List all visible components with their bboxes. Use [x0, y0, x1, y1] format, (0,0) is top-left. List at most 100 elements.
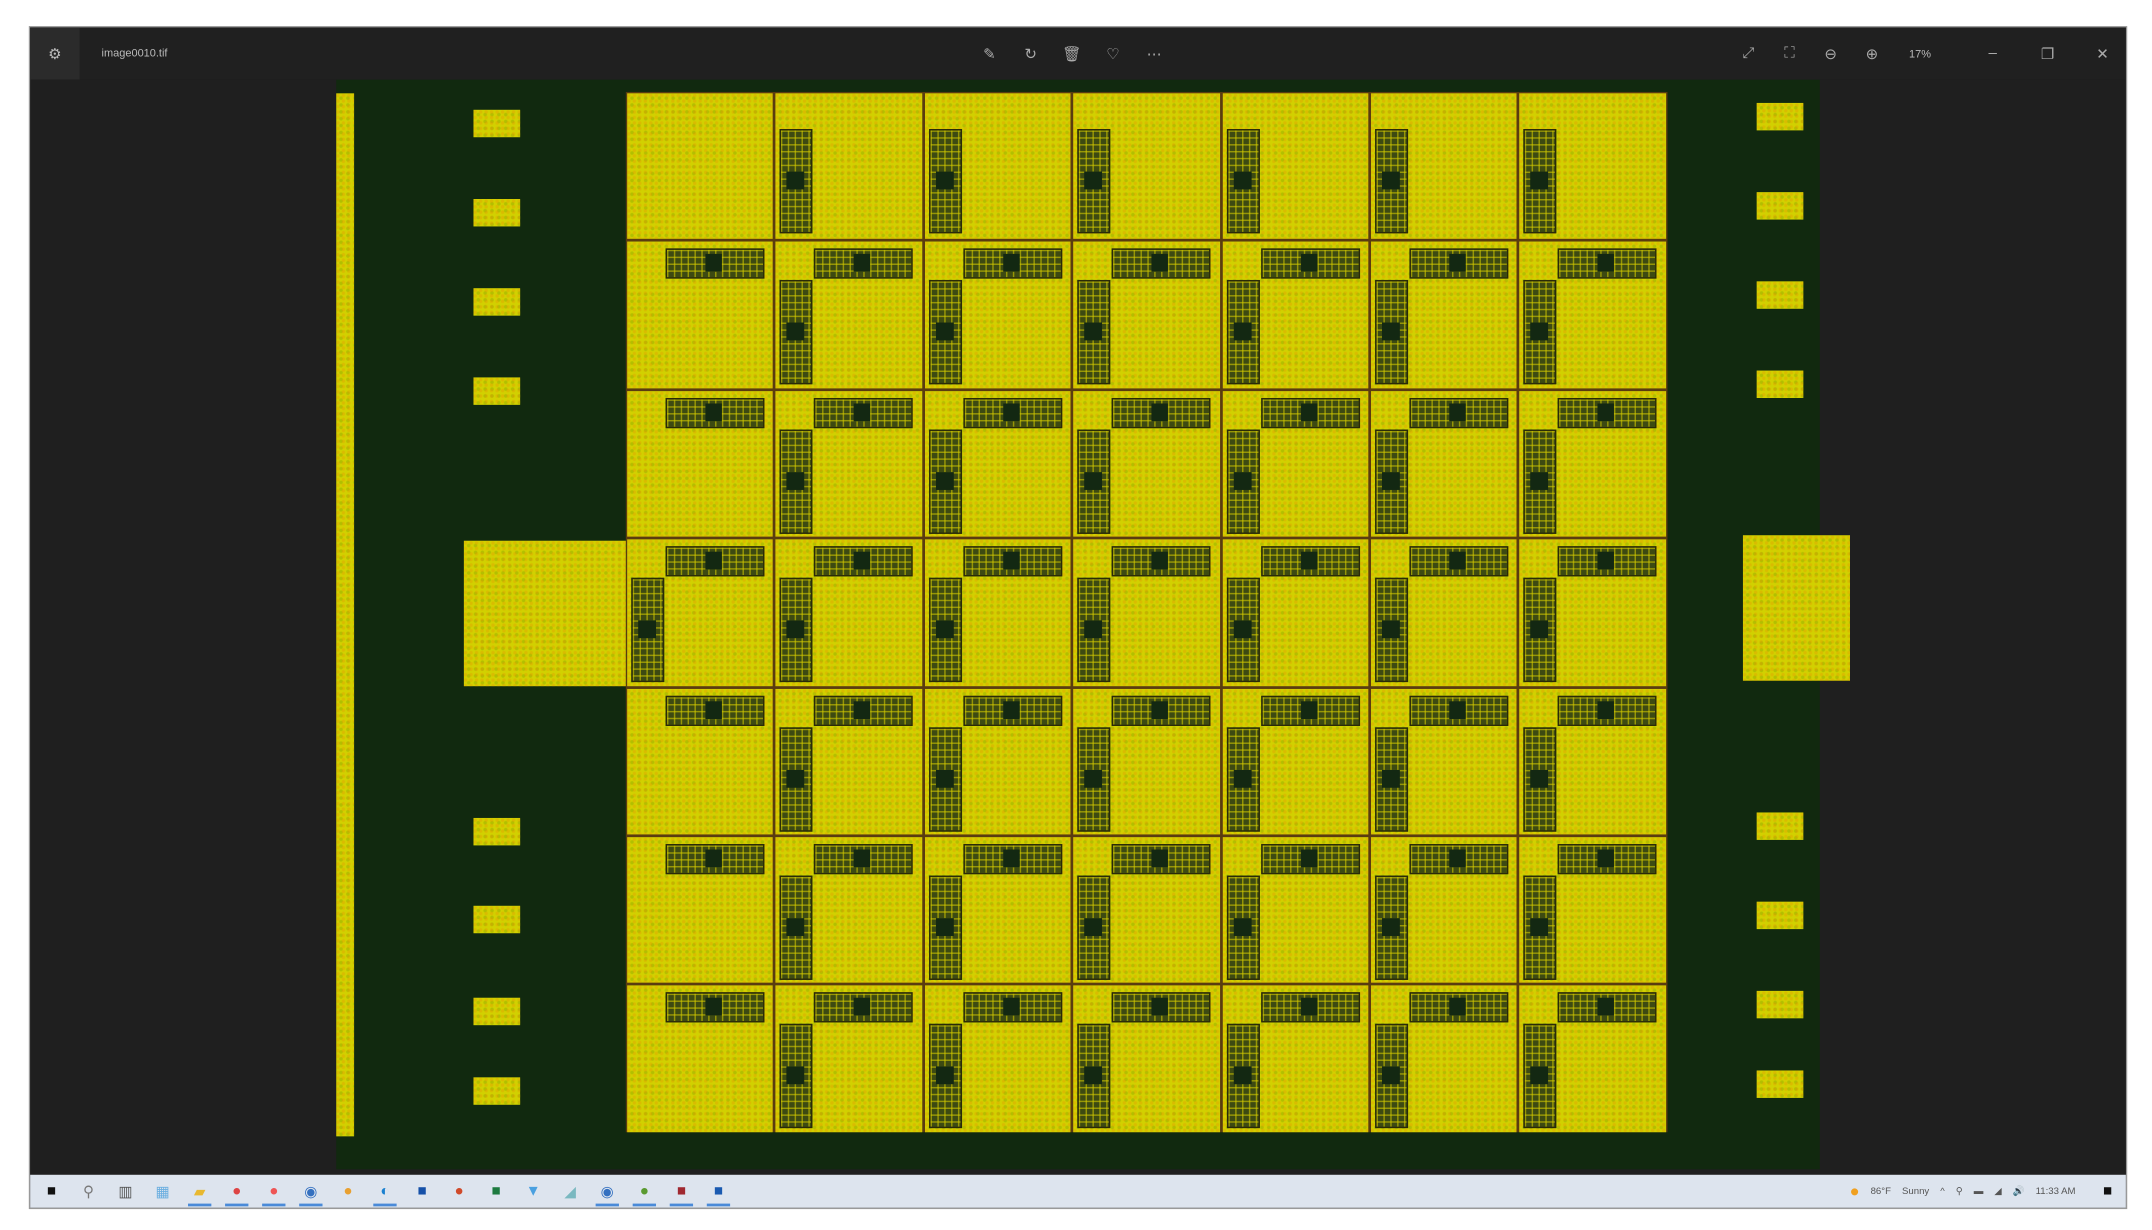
device-core	[1002, 551, 1020, 570]
taskbar-chrome-2-icon[interactable]: ●	[329, 1175, 366, 1208]
horizontal-device	[1260, 248, 1360, 280]
array-cell	[1073, 985, 1220, 1132]
taskbar-edge-icon[interactable]: ◐	[366, 1175, 403, 1208]
array-cell	[1519, 985, 1666, 1132]
edit-image-icon[interactable]: ✎	[977, 40, 1002, 67]
array-cell	[924, 539, 1071, 686]
device-core	[1233, 471, 1252, 490]
fullscreen-icon[interactable]: ⤢	[1736, 40, 1761, 67]
horizontal-device	[814, 248, 914, 280]
horizontal-device	[963, 546, 1062, 577]
more-icon[interactable]: ⋯	[1142, 40, 1167, 67]
vertical-device	[1375, 1024, 1409, 1129]
horizontal-device	[1409, 397, 1509, 428]
vertical-device	[780, 429, 813, 534]
volume-icon[interactable]: 🔊	[2013, 1186, 2025, 1197]
taskbar-app-teal-icon[interactable]: ◢	[552, 1175, 589, 1208]
taskbar-app-blue-circle-icon[interactable]: ◉	[292, 1175, 329, 1208]
array-cell	[1073, 539, 1220, 686]
vertical-device	[928, 726, 962, 832]
wifi-icon[interactable]: ◢	[1994, 1186, 2001, 1197]
minimize-icon[interactable]: –	[1980, 40, 2005, 67]
restore-icon[interactable]: ❐	[2035, 40, 2060, 67]
taskbar-firefox-icon[interactable]: ●	[255, 1175, 292, 1208]
taskbar-powerpoint-icon[interactable]: ●	[441, 1175, 478, 1208]
taskbar-chat-icon[interactable]: ▼	[515, 1175, 552, 1208]
image-canvas[interactable]	[30, 79, 2126, 1175]
taskbar-chrome-icon[interactable]: ●	[218, 1175, 255, 1208]
vertical-device	[1523, 875, 1557, 980]
array-cell	[627, 93, 774, 240]
favorite-icon[interactable]: ♡	[1101, 40, 1126, 67]
array-cell	[1371, 242, 1518, 389]
taskbar-start-icon[interactable]: ■	[33, 1175, 70, 1208]
device-core	[1151, 849, 1169, 868]
zoom-level[interactable]: 17%	[1909, 47, 1931, 59]
taskbar-app-red-icon[interactable]: ■	[663, 1175, 700, 1208]
battery-icon[interactable]: ▬	[1974, 1186, 1984, 1196]
weather-condition[interactable]: Sunny	[1902, 1186, 1929, 1196]
app-icon[interactable]: ⚙	[30, 27, 80, 80]
array-cell	[1371, 390, 1518, 537]
vertical-device	[928, 280, 962, 385]
device-core	[1530, 918, 1549, 936]
array-cell	[1222, 390, 1369, 537]
weather-sun-icon[interactable]: ●	[1850, 1182, 1860, 1201]
delete-icon[interactable]: 🗑	[1059, 40, 1084, 67]
vertical-device	[780, 280, 813, 385]
horizontal-device	[1260, 844, 1360, 875]
horizontal-device	[1111, 695, 1211, 726]
horizontal-device	[963, 397, 1062, 428]
array-cell	[1371, 837, 1518, 984]
device-core	[1530, 769, 1549, 788]
usb-icon[interactable]: ⚲	[1956, 1186, 1963, 1197]
taskbar-outlook-icon[interactable]: ■	[403, 1175, 440, 1208]
horizontal-device	[1111, 844, 1211, 875]
vertical-device	[928, 1024, 962, 1129]
device-core	[786, 769, 805, 788]
array-cell	[1519, 688, 1666, 835]
device-core	[1233, 171, 1252, 190]
taskbar-app-blue-circle-2-icon[interactable]: ◉	[589, 1175, 626, 1208]
device-core	[1530, 471, 1549, 490]
device-core	[1233, 323, 1252, 341]
vertical-device	[1523, 726, 1557, 832]
array-cell	[1073, 688, 1220, 835]
horizontal-device	[1409, 695, 1509, 726]
chevron-up-icon[interactable]: ^	[1940, 1186, 1945, 1196]
weather-temp[interactable]: 86°F	[1871, 1186, 1891, 1196]
zoom-out-icon[interactable]: ⊖	[1818, 40, 1843, 67]
horizontal-device	[1260, 397, 1360, 428]
clock[interactable]: 11:33 AM	[2036, 1186, 2076, 1196]
vertical-device	[780, 726, 813, 832]
close-icon[interactable]: ✕	[2090, 40, 2115, 67]
taskbar-chrome-3-icon[interactable]: ●	[626, 1175, 663, 1208]
zoom-in-icon[interactable]: ⊕	[1860, 40, 1885, 67]
vertical-device	[1375, 129, 1409, 234]
taskbar-photos-icon[interactable]: ■	[700, 1175, 737, 1208]
device-core	[1598, 403, 1615, 422]
device-core	[786, 323, 805, 341]
taskbar-file-explorer-icon[interactable]: ▰	[181, 1175, 218, 1208]
vertical-device	[1375, 429, 1409, 534]
array-cell	[627, 390, 774, 537]
array-cell	[1222, 539, 1369, 686]
vertical-device	[1523, 1024, 1557, 1129]
device-core	[935, 620, 954, 639]
taskbar-excel-icon[interactable]: ■	[478, 1175, 515, 1208]
array-cell	[775, 688, 922, 835]
vertical-device	[1077, 129, 1111, 234]
device-core	[1449, 998, 1466, 1017]
taskbar-search-icon[interactable]: ⚲	[70, 1175, 107, 1208]
fit-to-window-icon[interactable]: ⛶	[1777, 40, 1802, 67]
device-core	[1598, 849, 1615, 868]
notification-icon[interactable]: ■	[2103, 1183, 2112, 1199]
array-cell	[627, 539, 774, 686]
rotate-icon[interactable]: ↻	[1018, 40, 1043, 67]
taskbar-widgets-icon[interactable]: ▦	[144, 1175, 181, 1208]
array-cell	[1519, 390, 1666, 537]
array-cell	[1073, 93, 1220, 240]
array-cell	[924, 837, 1071, 984]
taskbar-task-view-icon[interactable]: ▥	[107, 1175, 144, 1208]
device-core	[935, 1066, 954, 1085]
